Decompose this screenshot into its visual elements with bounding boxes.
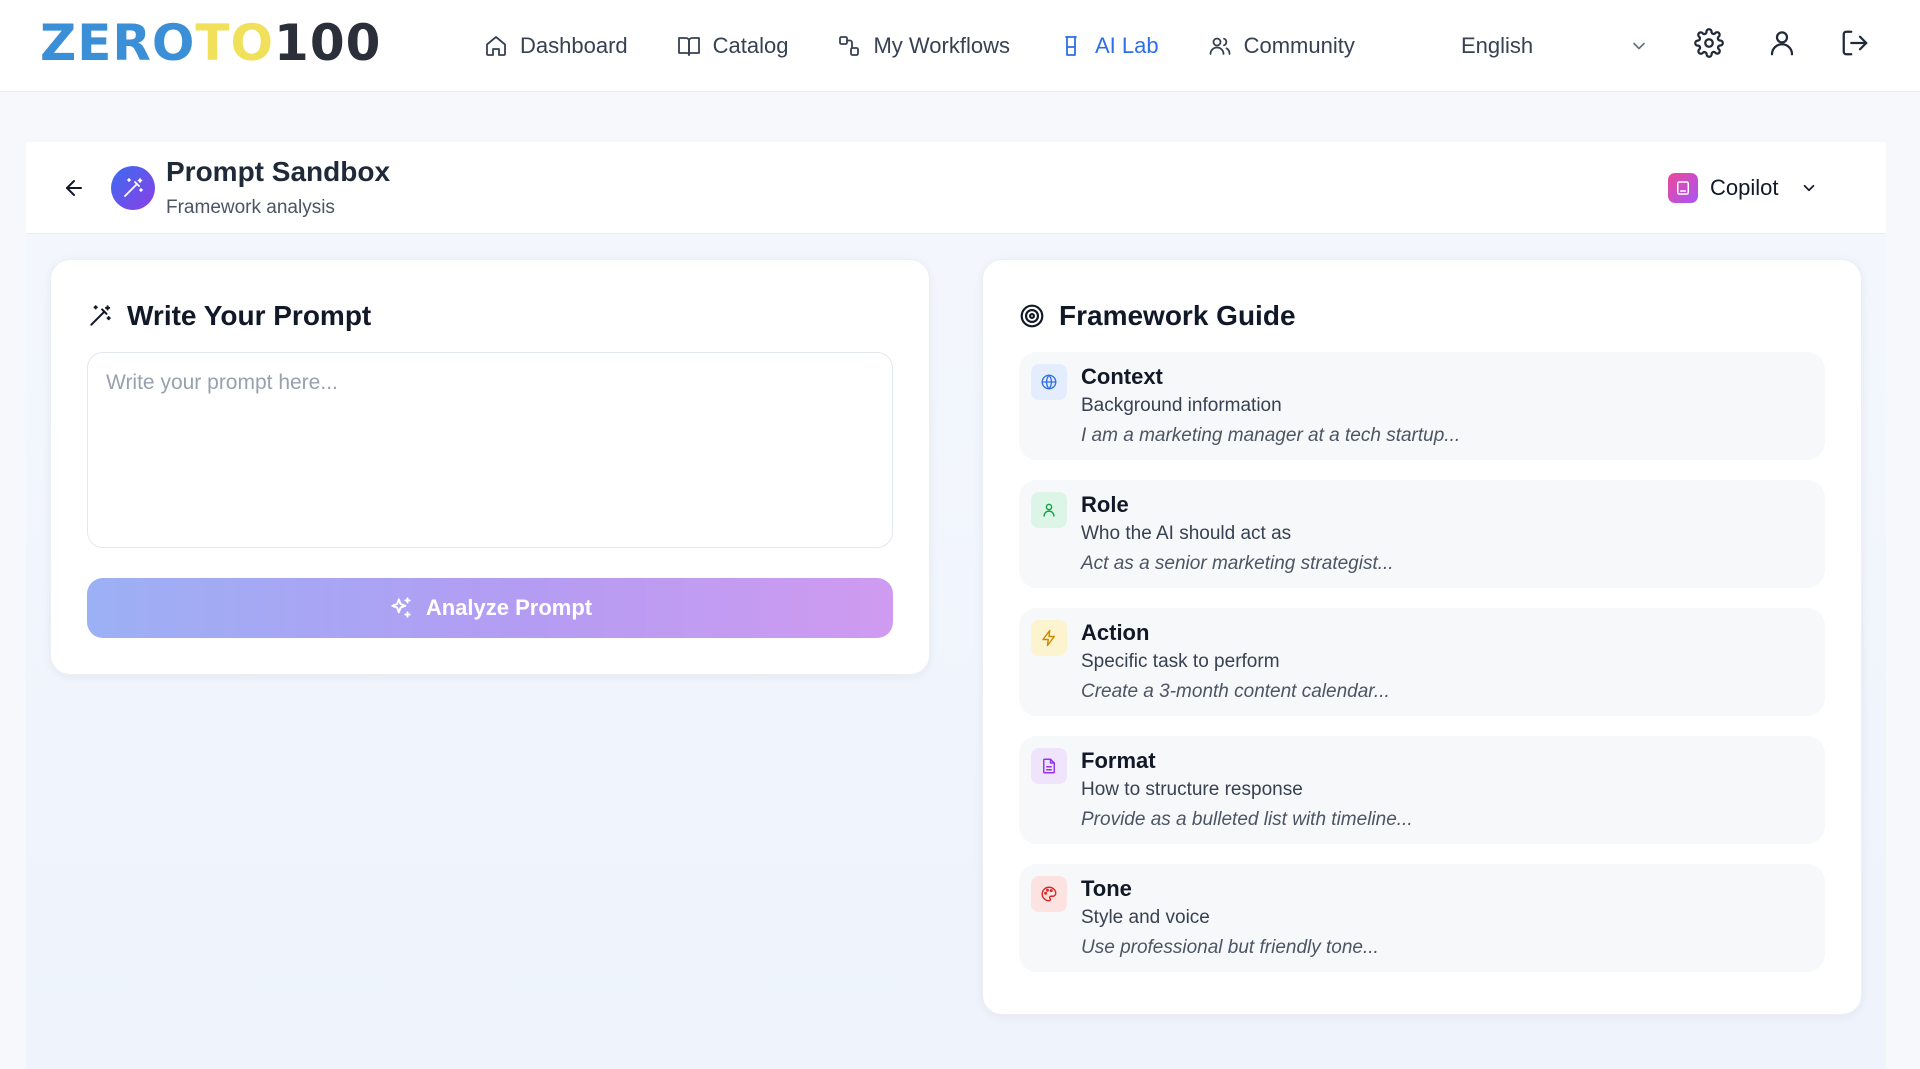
- prompt-card-title: Write Your Prompt: [87, 300, 371, 332]
- home-icon: [486, 36, 506, 56]
- guide-item-name: Context: [1081, 364, 1163, 389]
- framework-guide-title-text: Framework Guide: [1059, 300, 1296, 331]
- page-subtitle: Framework analysis: [166, 197, 335, 218]
- nav-item-label: Community: [1243, 33, 1355, 58]
- nav-item-community[interactable]: Community: [1208, 33, 1355, 59]
- guide-item-name: Tone: [1081, 876, 1132, 901]
- guide-item-tone: Tone Style and voice Use professional bu…: [1019, 864, 1825, 972]
- guide-item-description: Background information: [1081, 395, 1282, 416]
- magic-wand-icon: [90, 305, 111, 326]
- guide-item-name: Role: [1081, 492, 1129, 517]
- settings-button[interactable]: [1693, 26, 1725, 60]
- guide-item-context: Context Background information I am a ma…: [1019, 352, 1825, 460]
- guide-item-example: I am a marketing manager at a tech start…: [1081, 425, 1461, 446]
- page-title: Prompt Sandbox: [166, 156, 391, 187]
- page-content: Prompt Sandbox Framework analysis Copilo…: [26, 142, 1886, 1069]
- page-header: Prompt Sandbox Framework analysis Copilo…: [26, 142, 1886, 234]
- gear-icon: [1694, 28, 1724, 58]
- language-value: English: [1461, 33, 1534, 58]
- guide-item-example: Use professional but friendly tone...: [1081, 937, 1379, 958]
- user-icon: [1770, 31, 1794, 56]
- chevron-down-icon: [1804, 184, 1815, 192]
- workflow-icon: [839, 36, 860, 56]
- person-icon: [1031, 492, 1067, 528]
- guide-item-description: How to structure response: [1081, 779, 1303, 800]
- profile-button[interactable]: [1766, 26, 1798, 60]
- guide-item-role: Role Who the AI should act as Act as a s…: [1019, 480, 1825, 588]
- prompt-input[interactable]: [87, 352, 893, 548]
- guide-item-description: Who the AI should act as: [1081, 523, 1292, 544]
- magic-wand-icon: [124, 178, 143, 197]
- prompt-card-title-text: Write Your Prompt: [127, 300, 372, 331]
- zeroto100-logo[interactable]: ZERO TO 100: [40, 18, 381, 68]
- model-name: Copilot: [1710, 175, 1779, 200]
- nav-item-catalog[interactable]: Catalog: [677, 33, 789, 59]
- guide-item-description: Specific task to perform: [1081, 651, 1280, 672]
- guide-item-name: Action: [1081, 620, 1150, 645]
- guide-item-example: Act as a senior marketing strategist...: [1081, 553, 1394, 574]
- nav-item-label: Catalog: [712, 33, 789, 58]
- chevron-down-icon: [1633, 42, 1645, 50]
- nav-item-ai-lab[interactable]: AI Lab: [1059, 33, 1159, 59]
- logo-text-zero: ZERO: [40, 14, 196, 72]
- guide-item-example: Provide as a bulleted list with timeline…: [1081, 809, 1413, 830]
- flask-icon: [1065, 36, 1077, 56]
- logo-text-100: 100: [274, 14, 382, 72]
- magic-wand-avatar: [111, 166, 155, 210]
- logout-button[interactable]: [1839, 26, 1871, 60]
- nav-item-label: My Workflows: [873, 33, 1010, 58]
- analyze-prompt-label: Analyze Prompt: [425, 595, 593, 620]
- nav-item-my-workflows[interactable]: My Workflows: [837, 33, 1010, 59]
- palette-icon: [1031, 876, 1067, 912]
- target-icon: [1020, 304, 1044, 328]
- analyze-prompt-button[interactable]: Analyze Prompt: [87, 578, 893, 638]
- framework-guide-card: Framework Guide Context Background infor…: [982, 259, 1862, 1015]
- sparkles-icon: [391, 597, 411, 618]
- prompt-card: Write Your Prompt Analyze Prompt: [50, 259, 930, 675]
- book-icon: [677, 37, 700, 56]
- back-button[interactable]: [58, 172, 90, 204]
- main-nav: Dashboard Catalog My Workflows AI Lab Co…: [484, 0, 1404, 92]
- nav-item-label: AI Lab: [1094, 33, 1159, 58]
- document-icon: [1031, 748, 1067, 784]
- globe-icon: [1031, 364, 1067, 400]
- guide-item-description: Style and voice: [1081, 907, 1210, 928]
- logo-text-to: TO: [195, 14, 275, 72]
- model-selector[interactable]: Copilot: [1650, 162, 1840, 214]
- guide-item-action: Action Specific task to perform Create a…: [1019, 608, 1825, 716]
- users-icon: [1209, 37, 1230, 55]
- language-select[interactable]: English: [1461, 28, 1649, 64]
- guide-item-format: Format How to structure response Provide…: [1019, 736, 1825, 844]
- guide-item-example: Create a 3-month content calendar...: [1081, 681, 1390, 702]
- nav-item-dashboard[interactable]: Dashboard: [484, 33, 628, 59]
- framework-guide-title: Framework Guide: [1019, 300, 1296, 332]
- logout-icon: [1842, 30, 1868, 56]
- lightning-icon: [1031, 620, 1067, 656]
- copilot-icon: [1668, 173, 1698, 203]
- arrow-left-icon: [66, 180, 82, 196]
- guide-item-name: Format: [1081, 748, 1156, 773]
- top-navigation: ZERO TO 100 Dashboard Catalog My Workflows…: [0, 0, 1920, 92]
- nav-item-label: Dashboard: [520, 33, 628, 58]
